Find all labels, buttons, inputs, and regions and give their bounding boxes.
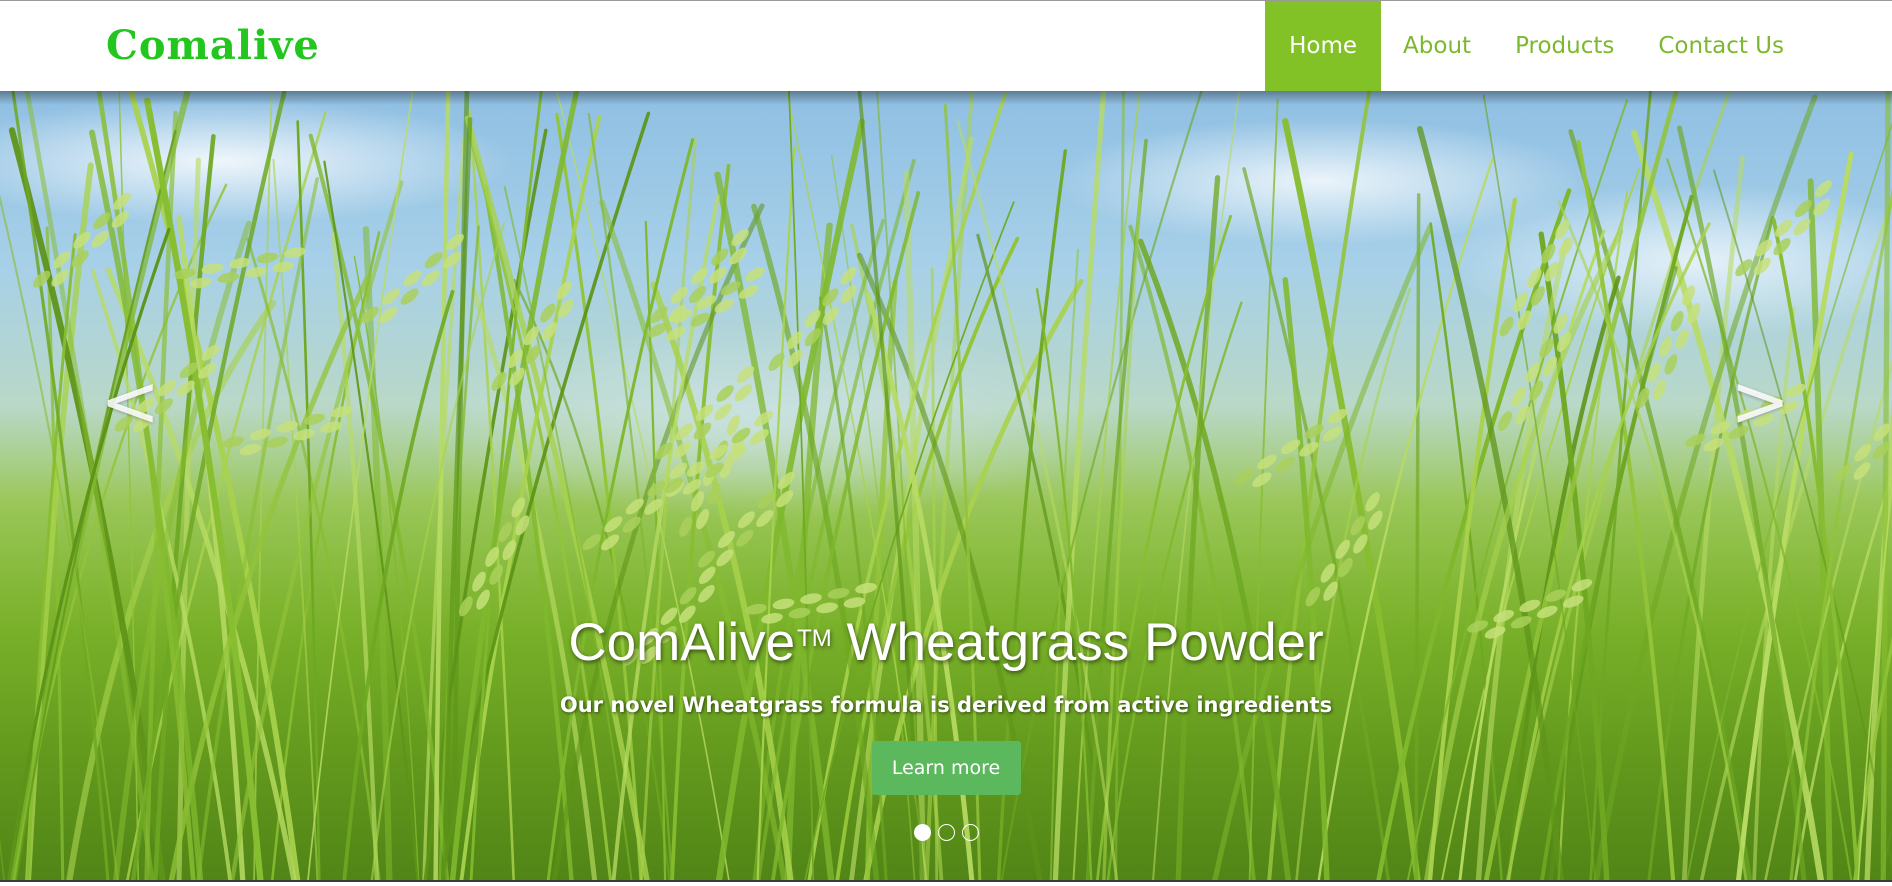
navbar: Comalive Home About Products Contact Us	[0, 1, 1892, 91]
main-nav: Home About Products Contact Us	[1265, 1, 1892, 91]
hero-title: ComAliveTM Wheatgrass Powder	[568, 611, 1323, 675]
carousel-prev-arrow[interactable]: <	[100, 361, 160, 441]
nav-products[interactable]: Products	[1493, 1, 1636, 91]
carousel-indicator-2[interactable]	[938, 824, 955, 841]
nav-contact-us[interactable]: Contact Us	[1636, 1, 1806, 91]
brand-logo[interactable]: Comalive	[106, 21, 320, 71]
carousel-next-arrow[interactable]: >	[1730, 361, 1790, 441]
nav-about[interactable]: About	[1381, 1, 1493, 91]
trademark-mark: TM	[797, 625, 832, 652]
hero-carousel: < > ComAliveTM Wheatgrass Powder Our nov…	[0, 91, 1892, 880]
bottom-border	[0, 880, 1892, 882]
learn-more-button[interactable]: Learn more	[871, 741, 1021, 795]
nav-home[interactable]: Home	[1265, 1, 1382, 91]
carousel-indicator-3[interactable]	[962, 824, 979, 841]
hero-subtitle: Our novel Wheatgrass formula is derived …	[559, 693, 1333, 717]
carousel-indicators	[914, 824, 979, 841]
header-shadow	[0, 91, 1892, 105]
hero-title-brand: ComAlive	[568, 613, 796, 672]
carousel-indicator-1[interactable]	[914, 824, 931, 841]
hero-title-product: Wheatgrass Powder	[831, 613, 1324, 672]
carousel-caption: ComAliveTM Wheatgrass Powder Our novel W…	[0, 611, 1892, 795]
